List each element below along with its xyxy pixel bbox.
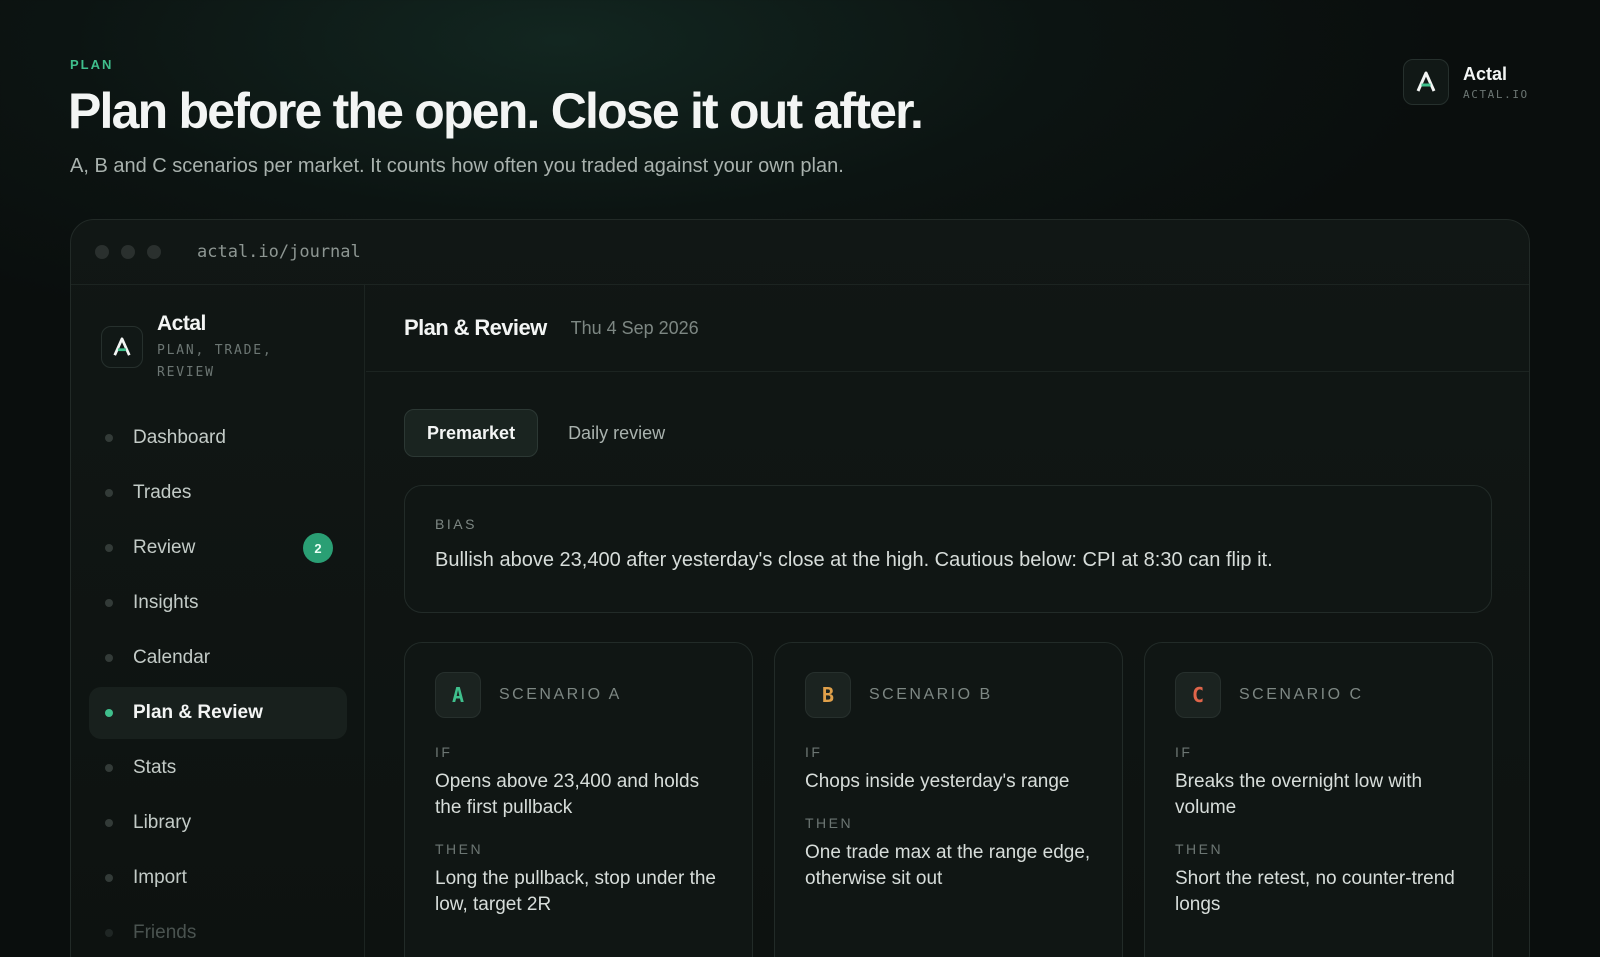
sidebar-item-import[interactable]: Import: [89, 852, 347, 904]
sidebar-item-trades[interactable]: Trades: [89, 467, 347, 519]
sidebar-brand[interactable]: Actal PLAN, TRADE, REVIEW: [101, 312, 307, 384]
sidebar-item-label: Insights: [133, 592, 199, 613]
bullet-dot-icon: [105, 874, 113, 882]
scenario-then-label: THEN: [805, 815, 854, 831]
bullet-dot-icon: [105, 709, 113, 717]
scenario-title: SCENARIO B: [869, 686, 993, 703]
browser-titlebar: actal.io/journal: [71, 220, 1529, 285]
scenario-card-a[interactable]: A SCENARIO A IF Opens above 23,400 and h…: [404, 642, 753, 957]
scenario-if-text: Breaks the overnight low with volume: [1175, 771, 1423, 818]
scenario-then-label: THEN: [435, 841, 484, 857]
bias-label: BIAS: [435, 516, 477, 532]
window-minimize-dot[interactable]: [121, 245, 135, 259]
sidebar-item-label: Dashboard: [133, 427, 226, 448]
sidebar: Actal PLAN, TRADE, REVIEW Dashboard Trad…: [71, 285, 365, 957]
scenario-letter-badge: B: [805, 672, 851, 718]
page-date: Thu 4 Sep 2026: [570, 317, 699, 338]
scenario-then-label: THEN: [1175, 841, 1224, 857]
scenario-if-label: IF: [805, 744, 823, 760]
scenario-then-text: One trade max at the range edge, otherwi…: [805, 842, 1091, 889]
sidebar-item-dashboard[interactable]: Dashboard: [89, 412, 347, 464]
main-header: Plan & Review Thu 4 Sep 2026: [366, 285, 1529, 372]
sidebar-item-plan-review[interactable]: Plan & Review: [89, 687, 347, 739]
address-bar-url[interactable]: actal.io/journal: [197, 242, 361, 262]
bullet-dot-icon: [105, 819, 113, 827]
sidebar-item-label: Friends: [133, 922, 197, 943]
scenario-letter-badge: A: [435, 672, 481, 718]
scenario-card-b[interactable]: B SCENARIO B IF Chops inside yesterday's…: [774, 642, 1123, 957]
scenario-if-text: Chops inside yesterday's range: [805, 771, 1070, 792]
sidebar-tagline: PLAN, TRADE, REVIEW: [157, 343, 273, 380]
sidebar-item-label: Import: [133, 867, 187, 888]
sidebar-item-library[interactable]: Library: [89, 797, 347, 849]
bullet-dot-icon: [105, 929, 113, 937]
scenario-title: SCENARIO C: [1239, 686, 1364, 703]
page-title: Plan & Review: [404, 315, 547, 340]
a-logo-icon: [101, 326, 143, 368]
sidebar-item-label: Stats: [133, 757, 177, 778]
tab-daily-review[interactable]: Daily review: [546, 409, 687, 457]
bullet-dot-icon: [105, 764, 113, 772]
app-window: actal.io/journal Actal PLAN, TRADE, REVI…: [70, 219, 1530, 957]
sidebar-item-label: Trades: [133, 482, 192, 503]
hero-title: Plan before the open. Close it out after…: [68, 83, 924, 139]
sidebar-item-label: Calendar: [133, 647, 211, 668]
window-maximize-dot[interactable]: [147, 245, 161, 259]
hero-eyebrow: PLAN: [70, 57, 114, 72]
scenario-then-text: Long the pullback, stop under the low, t…: [435, 868, 716, 915]
scenario-if-label: IF: [1175, 744, 1193, 760]
scenario-letter-badge: C: [1175, 672, 1221, 718]
scenario-card-c[interactable]: C SCENARIO C IF Breaks the overnight low…: [1144, 642, 1493, 957]
sidebar-item-label: Review: [133, 537, 196, 558]
sidebar-item-calendar[interactable]: Calendar: [89, 632, 347, 684]
brand-name: Actal: [1463, 63, 1508, 84]
sidebar-item-stats[interactable]: Stats: [89, 742, 347, 794]
brand-domain: ACTAL.IO: [1463, 87, 1529, 101]
main-content: Plan & Review Thu 4 Sep 2026 Premarket D…: [366, 285, 1529, 957]
bias-text: Bullish above 23,400 after yesterday's c…: [435, 549, 1273, 571]
bullet-dot-icon: [105, 489, 113, 497]
scenario-if-label: IF: [435, 744, 453, 760]
sidebar-brand-name: Actal: [157, 312, 206, 335]
sidebar-item-insights[interactable]: Insights: [89, 577, 347, 629]
sidebar-nav: Dashboard Trades Review 2 Insights Calen…: [89, 412, 347, 957]
bias-card[interactable]: BIAS Bullish above 23,400 after yesterda…: [404, 485, 1492, 613]
tab-premarket[interactable]: Premarket: [404, 409, 539, 457]
scenario-list: A SCENARIO A IF Opens above 23,400 and h…: [404, 642, 1493, 957]
scenario-title: SCENARIO A: [499, 686, 622, 703]
window-close-dot[interactable]: [95, 245, 109, 259]
bullet-dot-icon: [105, 544, 113, 552]
sidebar-item-label: Library: [133, 812, 192, 833]
scenario-if-text: Opens above 23,400 and holds the first p…: [435, 771, 700, 818]
bullet-dot-icon: [105, 434, 113, 442]
brand-top[interactable]: Actal ACTAL.IO: [1403, 59, 1529, 105]
bullet-dot-icon: [105, 599, 113, 607]
tab-bar: Premarket Daily review: [404, 409, 687, 457]
sidebar-item-review[interactable]: Review 2: [89, 522, 347, 574]
scenario-then-text: Short the retest, no counter-trend longs: [1175, 868, 1455, 915]
hero-subtitle: A, B and C scenarios per market. It coun…: [70, 155, 844, 177]
a-logo-icon: [1403, 59, 1449, 105]
review-count-badge: 2: [303, 533, 333, 563]
bullet-dot-icon: [105, 654, 113, 662]
sidebar-item-friends[interactable]: Friends: [89, 907, 347, 957]
sidebar-item-label: Plan & Review: [133, 702, 263, 723]
